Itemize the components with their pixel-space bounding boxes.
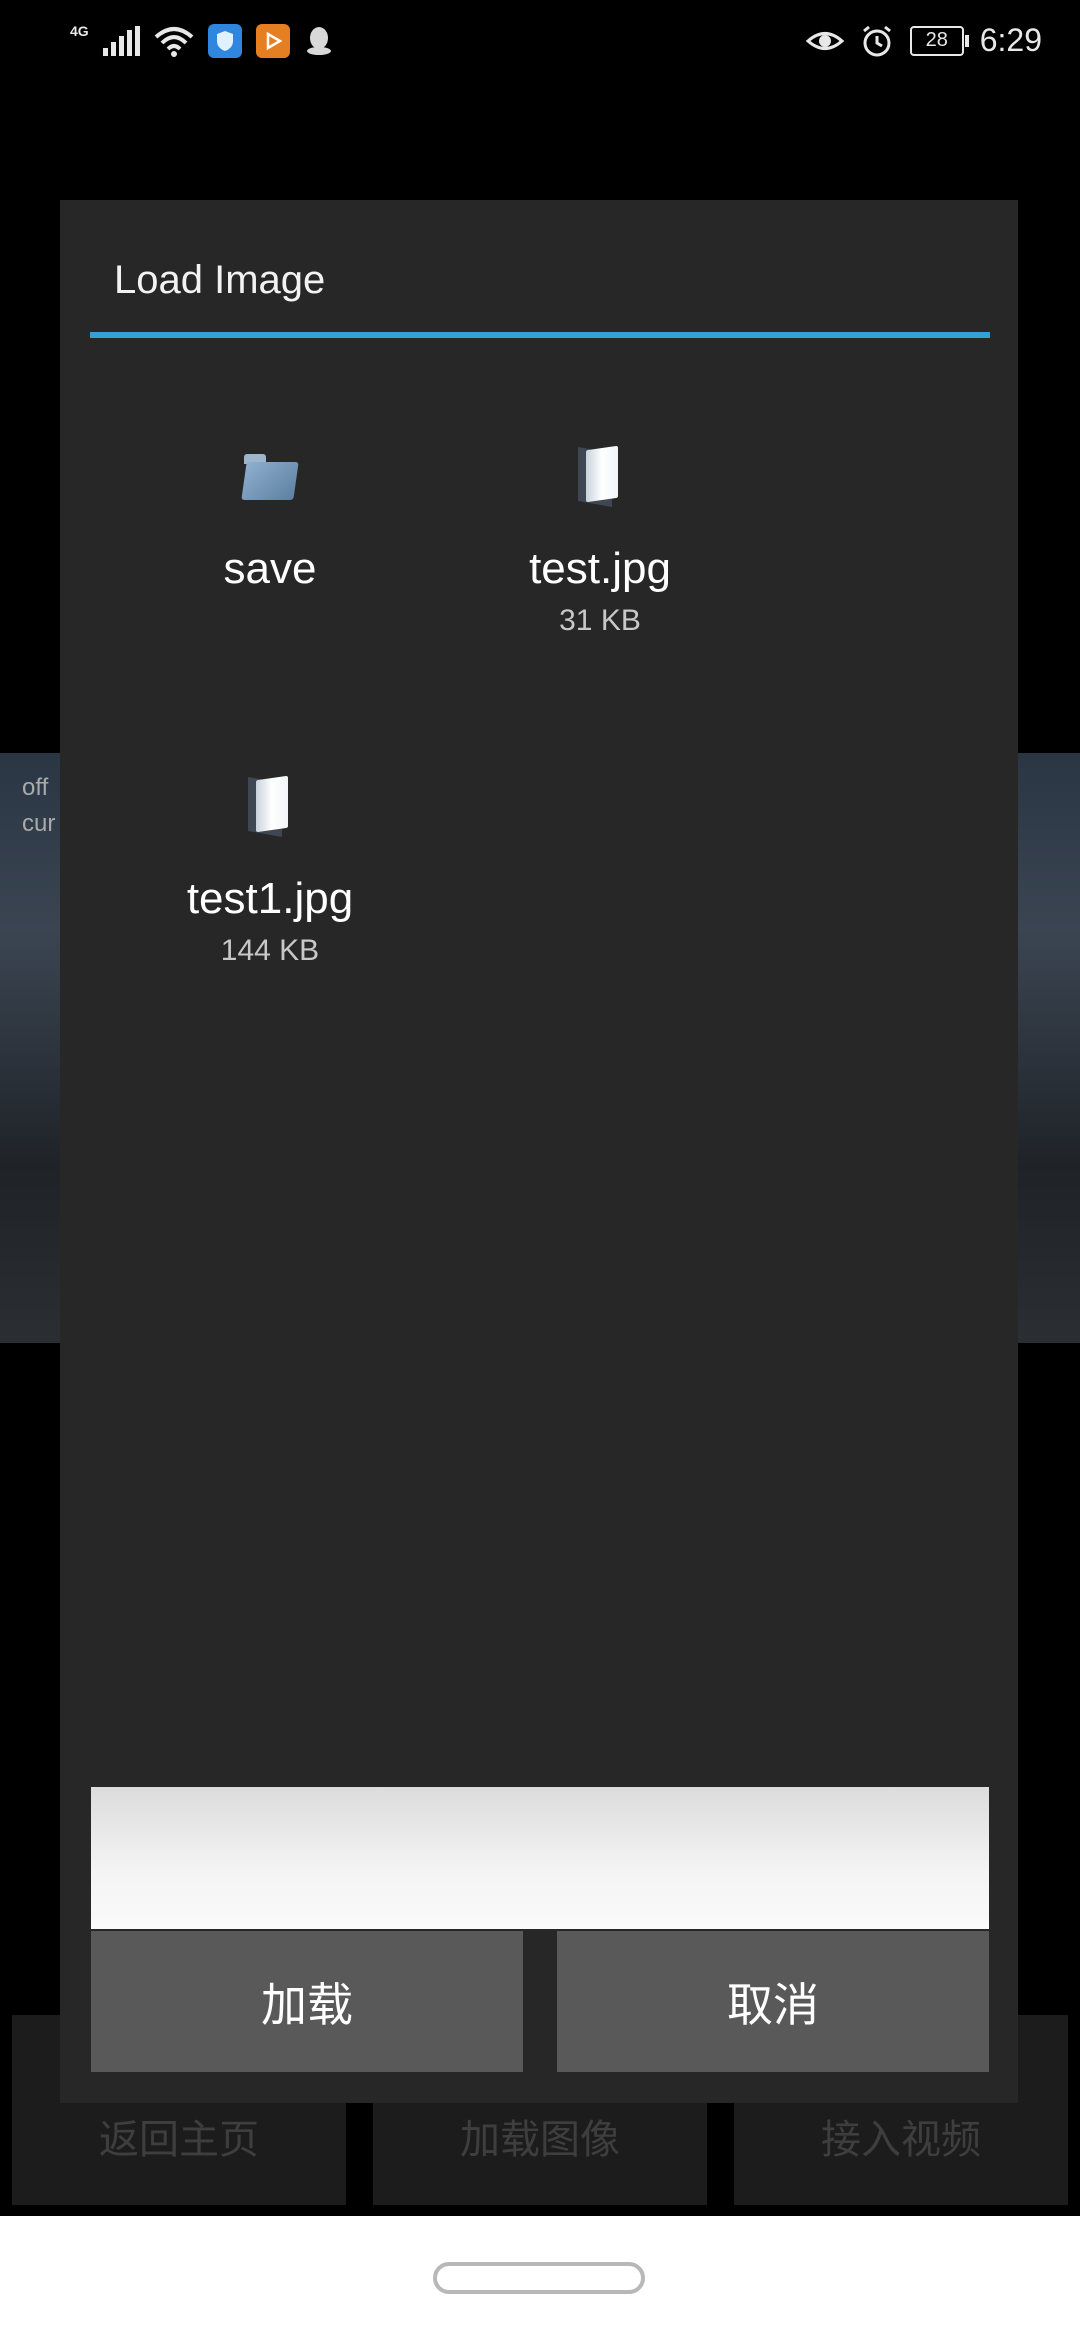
- navigation-bar: [0, 2216, 1080, 2340]
- home-gesture-handle[interactable]: [433, 2262, 645, 2294]
- battery-icon: 28: [909, 25, 969, 56]
- filename-input[interactable]: [91, 1787, 989, 1929]
- eye-icon: [805, 31, 844, 50]
- status-bar-left: 4G: [70, 23, 334, 58]
- overlay-line: off: [22, 774, 49, 801]
- signal-icon: [102, 26, 140, 56]
- shield-app-icon: [207, 24, 242, 58]
- file-item-save[interactable]: save: [105, 450, 435, 594]
- background-overlay-text: off cur: [22, 770, 55, 842]
- battery-level: 28: [925, 29, 948, 51]
- file-name: test.jpg: [529, 544, 671, 593]
- cancel-button[interactable]: 取消: [557, 1931, 989, 2072]
- file-item-test1-jpg[interactable]: test1.jpg 144 KB: [105, 780, 435, 968]
- file-name: test1.jpg: [186, 874, 354, 923]
- wifi-icon: [154, 27, 194, 57]
- file-name: save: [223, 544, 317, 593]
- folder-icon: [240, 450, 300, 504]
- load-image-dialog: Load Image save test.jpg 31 KB test1.jpg…: [60, 200, 1018, 2103]
- load-button[interactable]: 加载: [91, 1931, 523, 2072]
- overlay-line: cur: [22, 810, 56, 837]
- status-bar-right: 28 6:29: [805, 22, 1042, 59]
- clock: 6:29: [979, 22, 1042, 58]
- title-divider: [90, 332, 990, 338]
- play-app-icon: [255, 24, 290, 58]
- file-icon: [240, 780, 300, 834]
- file-size: 144 KB: [220, 934, 320, 967]
- file-item-test-jpg[interactable]: test.jpg 31 KB: [435, 450, 765, 638]
- status-bar: 4G 28 6:29: [0, 0, 1080, 90]
- qq-icon: [306, 27, 331, 55]
- file-size: 31 KB: [559, 604, 641, 637]
- file-icon: [570, 450, 630, 504]
- dialog-title: Load Image: [114, 258, 326, 302]
- network-type: 4G: [70, 23, 89, 39]
- alarm-icon: [862, 25, 891, 56]
